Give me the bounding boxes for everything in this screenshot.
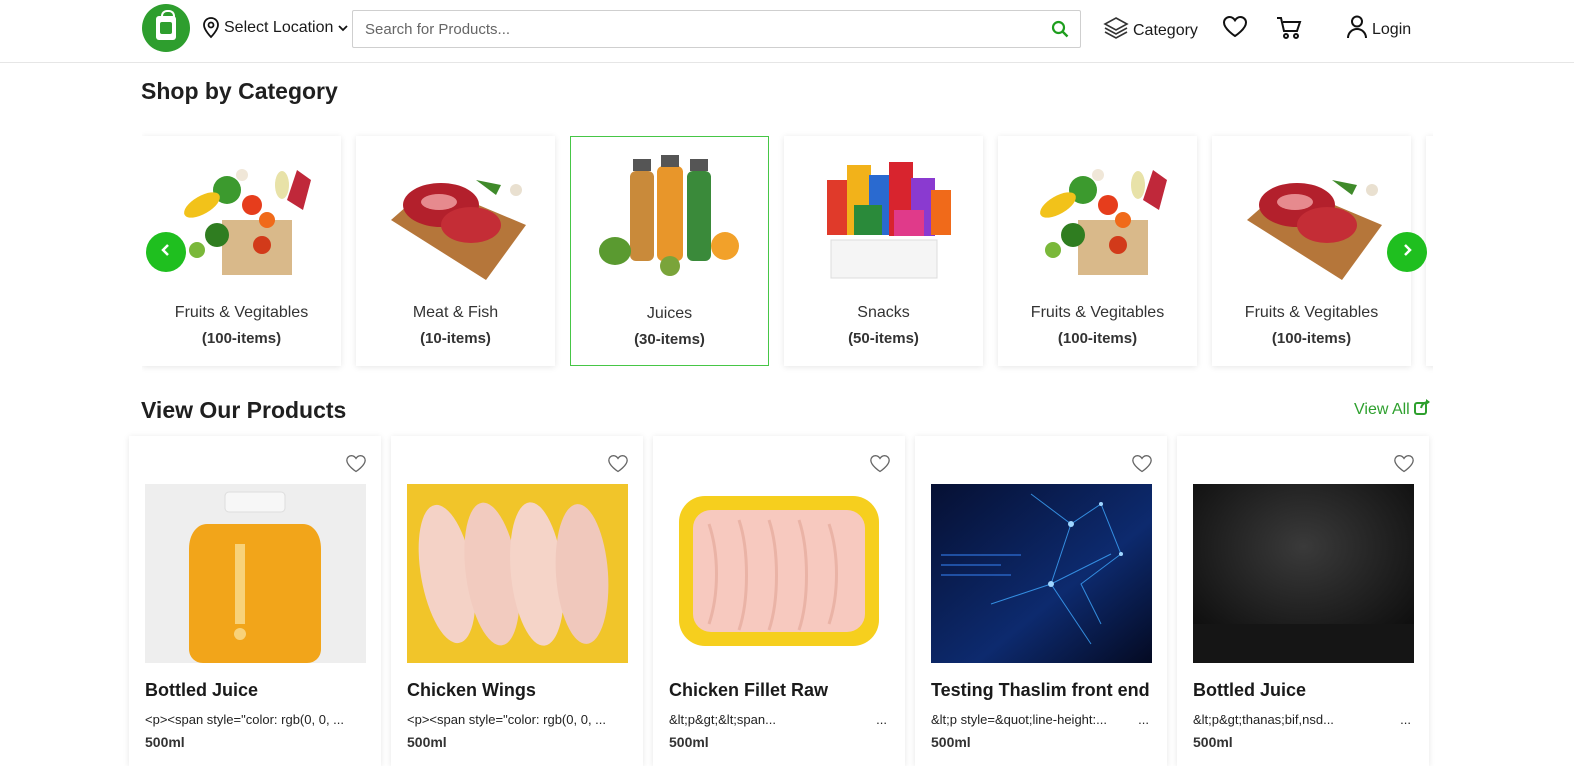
product-desc-text: &lt;p&gt;thanas;bif,nsd... (1193, 712, 1334, 727)
category-name: Juices (646, 305, 693, 322)
shopping-bag-icon (156, 10, 176, 40)
product-desc-more: ... (1138, 712, 1149, 727)
category-count: (100-items) (1057, 330, 1138, 347)
search-icon[interactable] (1040, 11, 1080, 47)
produce-bag-image (1023, 150, 1173, 280)
category-count: (30-items) (634, 331, 705, 348)
user-icon (1346, 14, 1368, 45)
category-card-partial[interactable] (1426, 136, 1433, 366)
category-label: Category (1133, 21, 1198, 39)
category-count: (50-items) (848, 330, 919, 347)
product-card[interactable]: Chicken Fillet Raw &lt;p&gt;&lt;span....… (653, 436, 905, 766)
product-name: Bottled Juice (145, 680, 259, 700)
product-description: &lt;p style=&quot;line-height:...... (931, 712, 1149, 727)
category-count: (10-items) (420, 330, 491, 347)
product-description: <p><span style="color: rgb(0, 0, ... (145, 712, 363, 727)
heart-icon[interactable] (1131, 454, 1153, 479)
wishlist-heart-icon[interactable] (1222, 15, 1248, 44)
login-label: Login (1372, 20, 1412, 38)
meat-board-image (381, 150, 531, 280)
product-desc-more: ... (1400, 712, 1411, 727)
product-unit: 500ml (669, 734, 709, 750)
carousel-prev-button[interactable] (146, 232, 186, 272)
view-all-link[interactable]: View All (1354, 399, 1432, 420)
product-desc-text: <p><span style="color: rgb(0, 0, ... (145, 712, 345, 727)
product-card[interactable]: Bottled Juice <p><span style="color: rgb… (129, 436, 381, 766)
heart-icon[interactable] (869, 454, 891, 479)
product-unit: 500ml (407, 734, 447, 750)
product-name: Chicken Fillet Raw (669, 680, 829, 700)
login-button[interactable]: Login (1346, 14, 1411, 45)
product-desc-text: <p><span style="color: rgb(0, 0, ... (407, 712, 607, 727)
category-count: (100-items) (201, 330, 282, 347)
category-carousel: Fruits & Vegitables (100-items) Meat & F… (142, 128, 1433, 376)
map-pin-icon (202, 17, 220, 39)
product-unit: 500ml (1193, 734, 1233, 750)
category-name: Fruits & Vegitables (174, 304, 309, 321)
category-name: Meat & Fish (412, 304, 499, 321)
category-card[interactable]: Meat & Fish (10-items) (356, 136, 555, 366)
search-bar (352, 10, 1081, 48)
top-header: Select Location Category Login (0, 0, 1574, 63)
location-selector[interactable]: Select Location (202, 16, 349, 40)
category-card[interactable]: Snacks (50-items) (784, 136, 983, 366)
shop-by-category-heading: Shop by Category (141, 78, 338, 104)
view-our-products-heading: View Our Products (141, 397, 347, 423)
chevron-left-icon (159, 243, 173, 262)
layers-icon (1103, 15, 1129, 46)
brand-logo[interactable] (142, 4, 190, 52)
juice-bottles-image (595, 151, 745, 281)
category-card-selected[interactable]: Juices (30-items) (570, 136, 769, 366)
search-input[interactable] (353, 11, 1040, 47)
product-card[interactable]: Testing Thaslim front end &lt;p style=&q… (915, 436, 1167, 766)
product-desc-text: &lt;p&gt;&lt;span... (669, 712, 776, 727)
category-menu-button[interactable]: Category (1103, 15, 1198, 46)
heart-icon[interactable] (607, 454, 629, 479)
category-count: (100-items) (1271, 330, 1352, 347)
product-image[interactable] (931, 484, 1152, 663)
product-unit: 500ml (931, 734, 971, 750)
share-external-icon (1413, 399, 1432, 420)
chevron-down-icon (337, 22, 349, 34)
product-name: Chicken Wings (407, 680, 536, 700)
view-all-label: View All (1354, 400, 1410, 418)
product-card[interactable]: Chicken Wings <p><span style="color: rgb… (391, 436, 643, 766)
category-name: Fruits & Vegitables (1244, 304, 1379, 321)
product-description: <p><span style="color: rgb(0, 0, ... (407, 712, 625, 727)
category-card[interactable]: Fruits & Vegitables (100-items) (998, 136, 1197, 366)
product-image[interactable] (669, 484, 890, 663)
chevron-right-icon (1400, 243, 1414, 262)
product-image[interactable] (407, 484, 628, 663)
product-unit: 500ml (145, 734, 185, 750)
heart-icon[interactable] (1393, 454, 1415, 479)
product-description: &lt;p&gt;&lt;span...... (669, 712, 887, 727)
category-card[interactable]: Fruits & Vegitables (100-items) (1212, 136, 1411, 366)
category-name: Fruits & Vegitables (1030, 304, 1165, 321)
location-label: Select Location (224, 19, 334, 36)
cart-icon[interactable] (1275, 15, 1303, 46)
product-desc-more: ... (876, 712, 887, 727)
category-name: Snacks (857, 304, 910, 321)
product-desc-text: &lt;p style=&quot;line-height:... (931, 712, 1107, 727)
heart-icon[interactable] (345, 454, 367, 479)
product-name: Testing Thaslim front end (931, 680, 1150, 700)
product-description: &lt;p&gt;thanas;bif,nsd...... (1193, 712, 1411, 727)
snack-box-image (809, 150, 959, 280)
product-image[interactable] (1193, 484, 1414, 663)
carousel-next-button[interactable] (1387, 232, 1427, 272)
meat-board-image (1237, 150, 1387, 280)
product-name: Bottled Juice (1193, 680, 1307, 700)
product-card[interactable]: Bottled Juice &lt;p&gt;thanas;bif,nsd...… (1177, 436, 1429, 766)
produce-bag-image (167, 150, 317, 280)
product-image[interactable] (145, 484, 366, 663)
